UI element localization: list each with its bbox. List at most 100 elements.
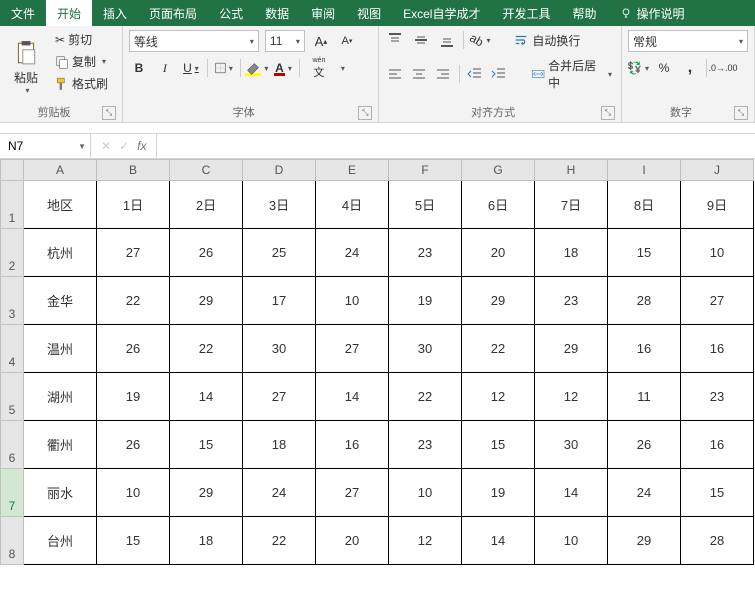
cell[interactable]: 15 bbox=[681, 469, 754, 517]
cell[interactable]: 7日 bbox=[535, 181, 608, 229]
cell[interactable]: 23 bbox=[681, 373, 754, 421]
paste-button[interactable]: 粘贴 ▾ bbox=[6, 30, 46, 103]
tab-custom[interactable]: Excel自学成才 bbox=[392, 0, 491, 26]
number-launcher[interactable]: ⤡ bbox=[734, 106, 748, 120]
cell[interactable]: 金华 bbox=[24, 277, 97, 325]
tab-data[interactable]: 数据 bbox=[254, 0, 300, 26]
row-header[interactable]: 7 bbox=[1, 469, 24, 517]
cell[interactable]: 丽水 bbox=[24, 469, 97, 517]
cancel-formula-button[interactable]: ✕ bbox=[101, 139, 111, 153]
fill-color-button[interactable]: ▾ bbox=[247, 58, 267, 78]
font-color-button[interactable]: A ▾ bbox=[273, 58, 293, 78]
font-name-select[interactable]: 等线 ▾ bbox=[129, 30, 259, 52]
col-header[interactable]: G bbox=[462, 160, 535, 181]
cell[interactable]: 6日 bbox=[462, 181, 535, 229]
col-header[interactable]: C bbox=[170, 160, 243, 181]
tell-me[interactable]: 操作说明 bbox=[608, 0, 696, 26]
cell[interactable]: 27 bbox=[97, 229, 170, 277]
cell[interactable]: 20 bbox=[316, 517, 389, 565]
tab-formulas[interactable]: 公式 bbox=[208, 0, 254, 26]
tab-home[interactable]: 开始 bbox=[46, 0, 92, 26]
cell[interactable]: 22 bbox=[462, 325, 535, 373]
borders-button[interactable]: ▾ bbox=[214, 58, 234, 78]
tab-file[interactable]: 文件 bbox=[0, 0, 46, 26]
cell[interactable]: 29 bbox=[608, 517, 681, 565]
cell[interactable]: 杭州 bbox=[24, 229, 97, 277]
tab-layout[interactable]: 页面布局 bbox=[138, 0, 208, 26]
cut-button[interactable]: ✂ 剪切 bbox=[52, 30, 111, 49]
cell[interactable]: 10 bbox=[681, 229, 754, 277]
col-header[interactable]: I bbox=[608, 160, 681, 181]
cell[interactable]: 27 bbox=[681, 277, 754, 325]
align-top-button[interactable] bbox=[385, 30, 405, 50]
cell[interactable]: 5日 bbox=[389, 181, 462, 229]
row-header[interactable]: 4 bbox=[1, 325, 24, 373]
cell[interactable]: 14 bbox=[535, 469, 608, 517]
cell[interactable]: 22 bbox=[243, 517, 316, 565]
row-header[interactable]: 6 bbox=[1, 421, 24, 469]
col-header[interactable]: B bbox=[97, 160, 170, 181]
cell[interactable]: 23 bbox=[389, 229, 462, 277]
italic-button[interactable]: I bbox=[155, 58, 175, 78]
format-painter-button[interactable]: 格式刷 bbox=[52, 74, 111, 93]
decrease-font-button[interactable]: A▾ bbox=[337, 31, 357, 51]
cell[interactable]: 16 bbox=[681, 421, 754, 469]
tab-view[interactable]: 视图 bbox=[346, 0, 392, 26]
cell[interactable]: 23 bbox=[535, 277, 608, 325]
merge-center-button[interactable]: 合并后居中 ▾ bbox=[528, 56, 615, 92]
cell[interactable]: 16 bbox=[681, 325, 754, 373]
cell[interactable]: 26 bbox=[170, 229, 243, 277]
tab-help[interactable]: 帮助 bbox=[562, 0, 608, 26]
formula-input[interactable] bbox=[157, 134, 755, 158]
cell[interactable]: 28 bbox=[681, 517, 754, 565]
cell[interactable]: 湖州 bbox=[24, 373, 97, 421]
tab-insert[interactable]: 插入 bbox=[92, 0, 138, 26]
cell[interactable]: 11 bbox=[608, 373, 681, 421]
cell[interactable]: 12 bbox=[462, 373, 535, 421]
cell[interactable]: 22 bbox=[170, 325, 243, 373]
cell[interactable]: 23 bbox=[389, 421, 462, 469]
cell[interactable]: 15 bbox=[97, 517, 170, 565]
col-header[interactable]: H bbox=[535, 160, 608, 181]
increase-font-button[interactable]: A▴ bbox=[311, 31, 331, 51]
cell[interactable]: 29 bbox=[170, 469, 243, 517]
align-center-button[interactable] bbox=[410, 64, 428, 84]
cell[interactable]: 9日 bbox=[681, 181, 754, 229]
accounting-format-button[interactable]: 💱▾ bbox=[628, 58, 648, 78]
cell[interactable]: 10 bbox=[535, 517, 608, 565]
increase-indent-button[interactable] bbox=[490, 64, 508, 84]
cell[interactable]: 18 bbox=[243, 421, 316, 469]
cell[interactable]: 衢州 bbox=[24, 421, 97, 469]
cell[interactable]: 15 bbox=[170, 421, 243, 469]
col-header[interactable]: F bbox=[389, 160, 462, 181]
cell[interactable]: 12 bbox=[389, 517, 462, 565]
col-header[interactable]: A bbox=[24, 160, 97, 181]
cell[interactable]: 19 bbox=[97, 373, 170, 421]
cell[interactable]: 地区 bbox=[24, 181, 97, 229]
cell[interactable]: 29 bbox=[170, 277, 243, 325]
cell[interactable]: 16 bbox=[316, 421, 389, 469]
cell[interactable]: 17 bbox=[243, 277, 316, 325]
align-right-button[interactable] bbox=[434, 64, 452, 84]
cell[interactable]: 10 bbox=[389, 469, 462, 517]
row-header[interactable]: 5 bbox=[1, 373, 24, 421]
chevron-down-icon[interactable]: ▾ bbox=[341, 64, 345, 73]
name-box-input[interactable] bbox=[6, 138, 60, 154]
cell[interactable]: 4日 bbox=[316, 181, 389, 229]
cell[interactable]: 27 bbox=[316, 469, 389, 517]
decrease-indent-button[interactable] bbox=[466, 64, 484, 84]
cell[interactable]: 16 bbox=[608, 325, 681, 373]
cell[interactable]: 24 bbox=[608, 469, 681, 517]
orientation-button[interactable]: ab▾ bbox=[470, 30, 490, 50]
number-format-select[interactable]: 常规 ▾ bbox=[628, 30, 748, 52]
cell[interactable]: 18 bbox=[170, 517, 243, 565]
cell[interactable]: 27 bbox=[316, 325, 389, 373]
confirm-formula-button[interactable]: ✓ bbox=[119, 139, 129, 153]
cell[interactable]: 27 bbox=[243, 373, 316, 421]
cell[interactable]: 19 bbox=[462, 469, 535, 517]
cell[interactable]: 25 bbox=[243, 229, 316, 277]
increase-decimal-button[interactable]: .0→.00 bbox=[713, 58, 733, 78]
cell[interactable]: 26 bbox=[608, 421, 681, 469]
col-header[interactable]: J bbox=[681, 160, 754, 181]
phonetic-button[interactable]: wén 文 bbox=[306, 58, 332, 78]
